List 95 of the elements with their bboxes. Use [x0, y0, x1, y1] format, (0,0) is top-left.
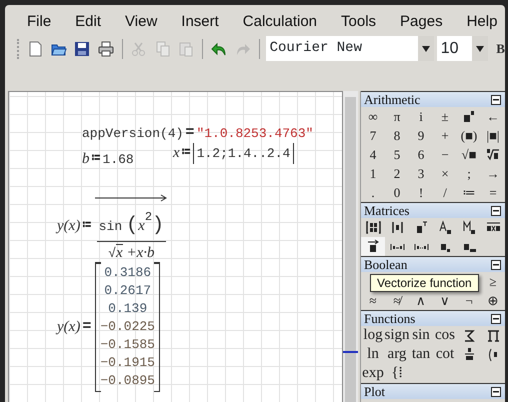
menu-item[interactable]: Edit: [63, 10, 114, 34]
panel-header[interactable]: Arithmetic: [361, 91, 505, 107]
vectorize-icon[interactable]: [361, 237, 385, 256]
font-select[interactable]: Courier New: [266, 36, 434, 61]
scrollbar[interactable]: [343, 91, 358, 402]
palette-button[interactable]: ×: [433, 164, 457, 183]
tooltip: Vectorize function: [370, 274, 479, 292]
minus-icon: [493, 264, 499, 266]
panel-title[interactable]: Functions: [364, 311, 416, 326]
math-region[interactable]: x≔ 1.2;1.4..2.4: [173, 142, 294, 164]
palette-button[interactable]: ;: [457, 164, 481, 183]
palette-button[interactable]: =: [481, 183, 505, 202]
dropdown-arrow-icon: [422, 46, 430, 52]
dropdown-arrow-icon: [476, 46, 484, 52]
palette-button[interactable]: ∨: [433, 291, 457, 310]
palette-button[interactable]: ¬: [457, 291, 481, 310]
palette-button[interactable]: ±: [433, 107, 457, 126]
collapse-button[interactable]: [491, 386, 501, 396]
collapse-button[interactable]: [491, 94, 501, 104]
palette-button[interactable]: ≉: [385, 291, 409, 310]
palette-button[interactable]: ≔: [457, 183, 481, 202]
palette-button[interactable]: |■|: [481, 126, 505, 145]
collapse-button[interactable]: [491, 314, 501, 324]
bold-button[interactable]: B: [496, 38, 505, 58]
panel-title[interactable]: Boolean: [364, 257, 408, 272]
minus-icon: [493, 390, 499, 392]
panel-header[interactable]: Matrices: [361, 202, 505, 218]
palette-button[interactable]: 1: [361, 164, 385, 183]
palette-button[interactable]: ∞: [361, 107, 385, 126]
palette-button[interactable]: .: [361, 183, 385, 202]
palette-button[interactable]: exp: [361, 364, 385, 383]
palette-button[interactable]: 6: [409, 145, 433, 164]
new-file-icon: [26, 40, 43, 56]
minus-icon: [493, 318, 499, 320]
palette-button[interactable]: tan: [409, 345, 433, 364]
menu-item[interactable]: Calculation: [230, 10, 330, 34]
menu-item[interactable]: File: [15, 10, 64, 34]
collapse-button[interactable]: [491, 206, 501, 216]
math-region[interactable]: b≔1.68: [82, 148, 134, 170]
collapse-button[interactable]: [491, 260, 501, 270]
panel-title[interactable]: Arithmetic: [364, 92, 420, 107]
panel-header[interactable]: Boolean: [361, 256, 505, 272]
palette-button[interactable]: 8: [385, 126, 409, 145]
palette-button[interactable]: i: [409, 107, 433, 126]
palette-button[interactable]: ∧: [409, 291, 433, 310]
palette-button[interactable]: /: [433, 183, 457, 202]
palette-button[interactable]: →: [481, 164, 505, 183]
menu-item[interactable]: Insert: [169, 10, 231, 34]
menu-item[interactable]: Pages: [388, 10, 455, 34]
math-region[interactable]: y(x)= 0.3186 0.2617 0.139 −0.0225 −0.1585 −0.1915 −0.0895: [57, 262, 160, 392]
menu-item[interactable]: Tools: [329, 10, 388, 34]
palette-button[interactable]: {⁞: [385, 364, 409, 383]
panel-title[interactable]: Matrices: [364, 203, 410, 218]
paste-icon: [178, 40, 194, 56]
palette-button[interactable]: 3: [409, 164, 433, 183]
palette-button[interactable]: sin: [409, 326, 433, 345]
palette-button[interactable]: ⊕: [481, 291, 505, 310]
minus-icon: [493, 210, 499, 212]
palette-button[interactable]: π: [385, 107, 409, 126]
worksheet[interactable]: appVersion(4)="1.0.8253.4763" b≔1.68 x≔ 1.2;1.4..2.4 y(x)≔ sin (x$^{2}$) √x +x·b y(x)= 0.3186 0.2617 0.139 −0.0225 −0.1585 −0.1915 −0.0895: [8, 91, 343, 402]
vector-arrow-icon: [93, 194, 170, 202]
palette-button[interactable]: cot: [433, 345, 457, 364]
scissors-icon: [130, 40, 147, 56]
size-select[interactable]: 10: [436, 36, 488, 61]
panel-header[interactable]: Functions: [361, 310, 505, 326]
palette-button[interactable]: √■: [457, 145, 481, 164]
palette-button[interactable]: ln: [361, 345, 385, 364]
copy-icon: [154, 40, 171, 56]
printer-icon: [98, 40, 114, 56]
palette-button[interactable]: cos: [433, 326, 457, 345]
palette-button[interactable]: −: [433, 145, 457, 164]
palette-button[interactable]: 4: [361, 145, 385, 164]
palette-button[interactable]: 0: [385, 183, 409, 202]
palette-button[interactable]: 2: [385, 164, 409, 183]
palette-button[interactable]: (■): [457, 126, 481, 145]
menu-item[interactable]: View: [113, 10, 170, 34]
panel-header[interactable]: Plot: [361, 383, 505, 399]
palette-button[interactable]: 7: [361, 126, 385, 145]
menu-item[interactable]: Help: [454, 10, 508, 34]
math-region[interactable]: appVersion(4)="1.0.8253.4763": [82, 122, 314, 144]
minus-icon: [493, 98, 499, 100]
palette-button[interactable]: 5: [385, 145, 409, 164]
palette-button[interactable]: log: [361, 326, 385, 345]
math-region[interactable]: y(x)≔ sin (x$^{2}$) √x +x·b: [57, 188, 170, 264]
panel-title[interactable]: Plot: [364, 384, 385, 399]
palette-button[interactable]: +: [433, 126, 457, 145]
palette-button[interactable]: sign: [385, 326, 409, 345]
palette-button[interactable]: ←: [481, 107, 505, 126]
palette-button[interactable]: 9: [409, 126, 433, 145]
save-icon: [74, 40, 90, 56]
palette-button[interactable]: ≥: [481, 272, 505, 291]
undo-arrow-icon: [210, 40, 227, 56]
palette-button[interactable]: arg: [385, 345, 409, 364]
palette-button[interactable]: ≈: [361, 291, 385, 310]
palette-button[interactable]: !: [409, 183, 433, 202]
